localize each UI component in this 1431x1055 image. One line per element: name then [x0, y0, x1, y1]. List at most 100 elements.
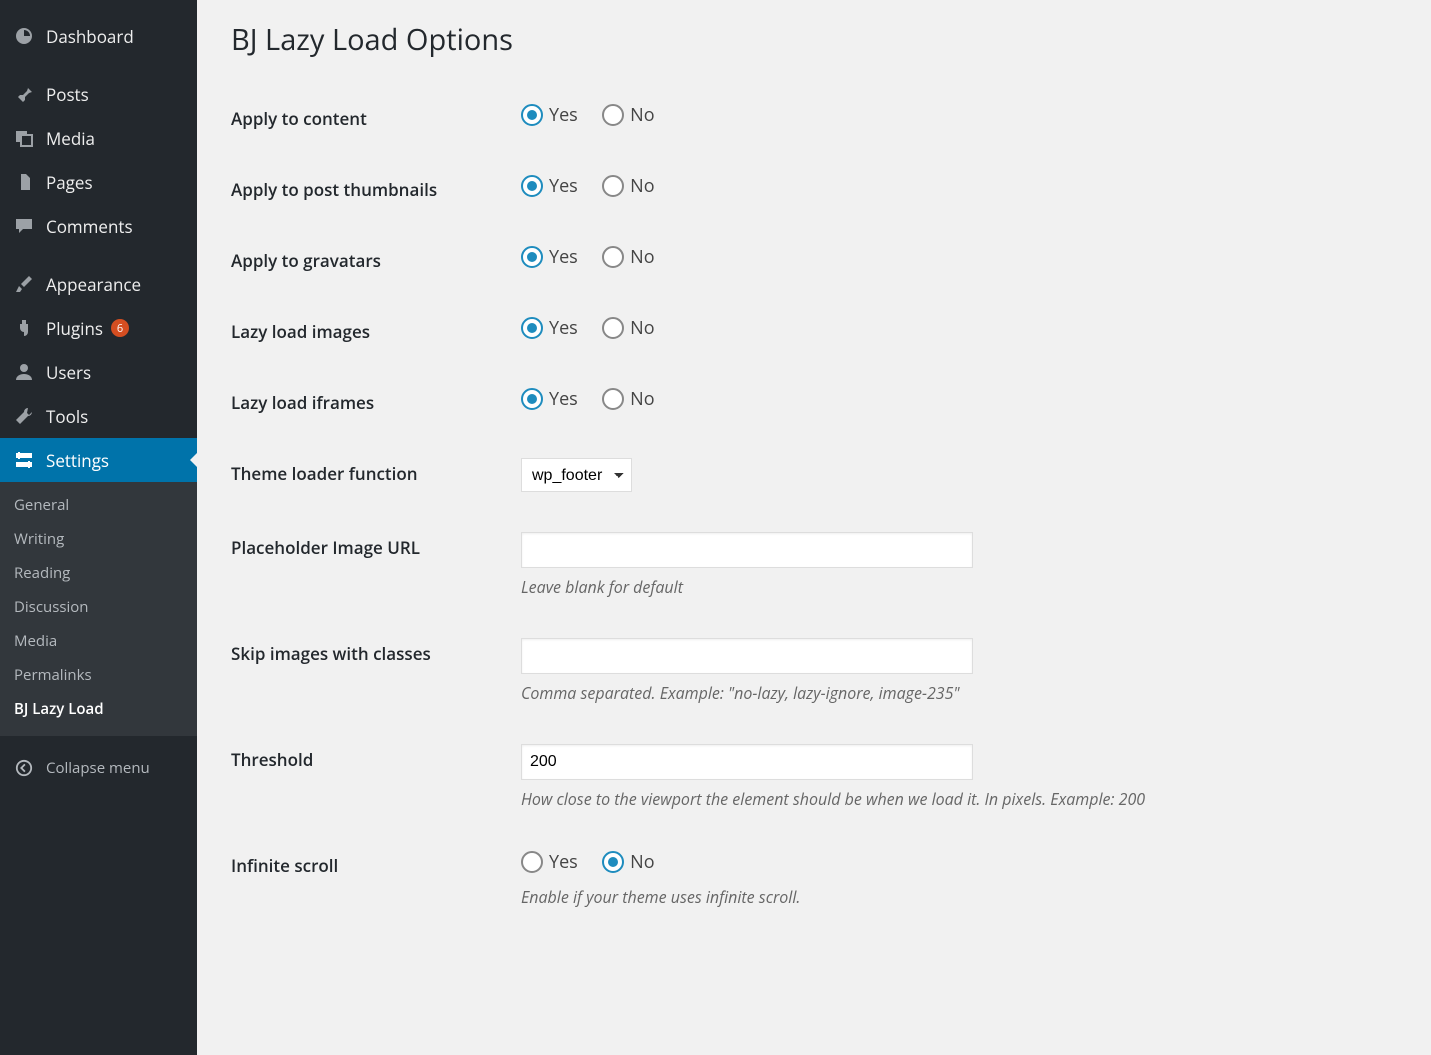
option-no-label: No: [630, 850, 654, 874]
skip-classes-desc: Comma separated. Example: "no-lazy, lazy…: [521, 682, 1393, 704]
apply-thumbs-no-radio[interactable]: [602, 175, 624, 197]
sidebar-item-label: Pages: [46, 171, 93, 194]
media-icon: [12, 126, 36, 150]
lazy-images-yes-radio[interactable]: [521, 317, 543, 339]
lazy-images-no-radio[interactable]: [602, 317, 624, 339]
submenu-item-writing[interactable]: Writing: [0, 522, 197, 556]
sidebar-item-appearance[interactable]: Appearance: [0, 262, 197, 306]
sidebar-item-label: Settings: [46, 449, 109, 472]
option-yes-label: Yes: [549, 850, 578, 874]
page-icon: [12, 170, 36, 194]
main-content: BJ Lazy Load Options Apply to content Ye…: [197, 0, 1431, 1055]
admin-sidebar: Dashboard Posts Media Pages Comments App…: [0, 0, 197, 1055]
threshold-input[interactable]: [521, 744, 973, 780]
sliders-icon: [12, 448, 36, 472]
field-label-lazy-iframes: Lazy load iframes: [231, 367, 521, 438]
pin-icon: [12, 82, 36, 106]
lazy-iframes-no[interactable]: No: [602, 387, 664, 411]
brush-icon: [12, 272, 36, 296]
sidebar-item-tools[interactable]: Tools: [0, 394, 197, 438]
infinite-scroll-yes-radio[interactable]: [521, 851, 543, 873]
sidebar-item-label: Users: [46, 361, 91, 384]
sidebar-item-comments[interactable]: Comments: [0, 204, 197, 248]
sidebar-item-label: Dashboard: [46, 25, 134, 48]
infinite-scroll-no[interactable]: No: [602, 850, 664, 874]
sidebar-item-posts[interactable]: Posts: [0, 72, 197, 116]
apply-content-no[interactable]: No: [602, 103, 664, 127]
lazy-iframes-no-radio[interactable]: [602, 388, 624, 410]
sidebar-item-label: Comments: [46, 215, 133, 238]
lazy-images-no[interactable]: No: [602, 316, 664, 340]
sidebar-item-label: Tools: [46, 405, 88, 428]
collapse-icon: [12, 756, 36, 780]
sidebar-item-users[interactable]: Users: [0, 350, 197, 394]
apply-content-yes[interactable]: Yes: [521, 103, 588, 127]
field-label-theme-loader: Theme loader function: [231, 438, 521, 512]
plugins-update-badge: 6: [111, 319, 129, 337]
option-yes-label: Yes: [549, 245, 578, 269]
option-no-label: No: [630, 103, 654, 127]
lazy-images-yes[interactable]: Yes: [521, 316, 588, 340]
user-icon: [12, 360, 36, 384]
option-no-label: No: [630, 316, 654, 340]
settings-form: Apply to content Yes No Apply to post th…: [231, 83, 1403, 928]
sidebar-item-label: Posts: [46, 83, 89, 106]
collapse-menu-button[interactable]: Collapse menu: [0, 746, 197, 790]
field-label-placeholder-url: Placeholder Image URL: [231, 512, 521, 618]
apply-thumbs-yes[interactable]: Yes: [521, 174, 588, 198]
sidebar-item-plugins[interactable]: Plugins 6: [0, 306, 197, 350]
plug-icon: [12, 316, 36, 340]
page-title: BJ Lazy Load Options: [231, 20, 1403, 59]
option-yes-label: Yes: [549, 316, 578, 340]
sidebar-item-label: Plugins: [46, 317, 103, 340]
infinite-scroll-yes[interactable]: Yes: [521, 850, 588, 874]
comment-icon: [12, 214, 36, 238]
apply-content-yes-radio[interactable]: [521, 104, 543, 126]
apply-gravatars-no[interactable]: No: [602, 245, 664, 269]
placeholder-url-desc: Leave blank for default: [521, 576, 1393, 598]
submenu-item-permalinks[interactable]: Permalinks: [0, 658, 197, 692]
sidebar-item-dashboard[interactable]: Dashboard: [0, 14, 197, 58]
infinite-scroll-no-radio[interactable]: [602, 851, 624, 873]
submenu-item-reading[interactable]: Reading: [0, 556, 197, 590]
submenu-item-discussion[interactable]: Discussion: [0, 590, 197, 624]
field-label-apply-gravatars: Apply to gravatars: [231, 225, 521, 296]
sidebar-item-media[interactable]: Media: [0, 116, 197, 160]
apply-gravatars-yes-radio[interactable]: [521, 246, 543, 268]
wrench-icon: [12, 404, 36, 428]
placeholder-url-input[interactable]: [521, 532, 973, 568]
submenu-item-media[interactable]: Media: [0, 624, 197, 658]
collapse-menu-label: Collapse menu: [46, 758, 150, 778]
option-no-label: No: [630, 245, 654, 269]
option-yes-label: Yes: [549, 103, 578, 127]
field-label-apply-content: Apply to content: [231, 83, 521, 154]
option-no-label: No: [630, 387, 654, 411]
option-no-label: No: [630, 174, 654, 198]
dashboard-icon: [12, 24, 36, 48]
option-yes-label: Yes: [549, 174, 578, 198]
field-label-threshold: Threshold: [231, 724, 521, 830]
skip-classes-input[interactable]: [521, 638, 973, 674]
apply-thumbs-yes-radio[interactable]: [521, 175, 543, 197]
lazy-iframes-yes-radio[interactable]: [521, 388, 543, 410]
apply-content-no-radio[interactable]: [602, 104, 624, 126]
sidebar-item-label: Media: [46, 127, 95, 150]
theme-loader-select[interactable]: wp_footer: [521, 458, 632, 492]
infinite-scroll-desc: Enable if your theme uses infinite scrol…: [521, 886, 1393, 908]
field-label-apply-thumbs: Apply to post thumbnails: [231, 154, 521, 225]
settings-submenu: General Writing Reading Discussion Media…: [0, 482, 197, 736]
field-label-lazy-images: Lazy load images: [231, 296, 521, 367]
submenu-item-bj-lazy-load[interactable]: BJ Lazy Load: [0, 692, 197, 726]
field-label-infinite-scroll: Infinite scroll: [231, 830, 521, 928]
apply-gravatars-no-radio[interactable]: [602, 246, 624, 268]
apply-thumbs-no[interactable]: No: [602, 174, 664, 198]
threshold-desc: How close to the viewport the element sh…: [521, 788, 1393, 810]
field-label-skip-classes: Skip images with classes: [231, 618, 521, 724]
sidebar-item-pages[interactable]: Pages: [0, 160, 197, 204]
sidebar-item-settings[interactable]: Settings: [0, 438, 197, 482]
option-yes-label: Yes: [549, 387, 578, 411]
apply-gravatars-yes[interactable]: Yes: [521, 245, 588, 269]
lazy-iframes-yes[interactable]: Yes: [521, 387, 588, 411]
submenu-item-general[interactable]: General: [0, 488, 197, 522]
sidebar-item-label: Appearance: [46, 273, 141, 296]
